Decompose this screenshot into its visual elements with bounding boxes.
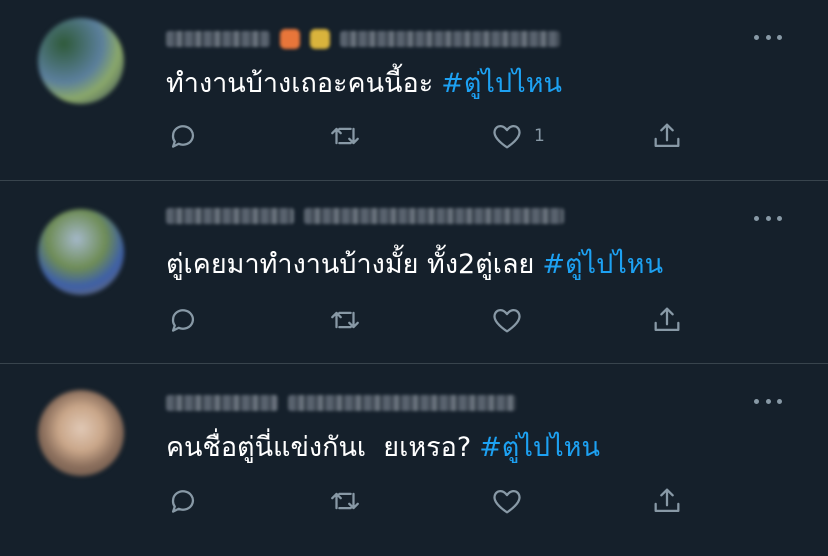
reply-icon: [171, 309, 195, 332]
share-icon: [654, 488, 680, 513]
emoji: [280, 29, 300, 49]
tweet-header: [166, 201, 564, 231]
retweet-button[interactable]: [328, 119, 372, 153]
retweet-icon: [331, 127, 359, 145]
tweet-text: ตู่เคยมาทำงานบ้างมั้ย ทั้ง2ตู่เลย #ตู่ไปไ…: [166, 247, 663, 283]
tweet-actions: 1: [166, 119, 686, 153]
user-name[interactable]: [166, 31, 270, 47]
more-icon[interactable]: [754, 392, 782, 410]
tweet-body: คนชื่อตู่นี่แข่งกันเ ยเหรอ?: [166, 432, 472, 463]
hashtag-link[interactable]: #ตู่ไปไหน: [542, 249, 663, 280]
avatar[interactable]: [38, 18, 124, 104]
share-button[interactable]: [650, 119, 694, 153]
user-handle-and-time[interactable]: [304, 208, 564, 224]
like-button[interactable]: [490, 303, 534, 337]
reply-button[interactable]: [166, 119, 210, 153]
tweet[interactable]: คนชื่อตู่นี่แข่งกันเ ยเหรอ? #ตู่ไปไหน: [0, 364, 828, 556]
tweet-actions: [166, 303, 686, 337]
like-count: 1: [534, 126, 545, 146]
retweet-icon: [331, 492, 359, 510]
user-name[interactable]: [166, 208, 294, 224]
reply-icon: [171, 490, 195, 513]
tweet-header: [166, 388, 516, 418]
hashtag-link[interactable]: #ตู่ไปไหน: [441, 68, 562, 99]
tweet-text: คนชื่อตู่นี่แข่งกันเ ยเหรอ? #ตู่ไปไหน: [166, 430, 600, 466]
like-button[interactable]: 1: [490, 119, 545, 153]
tweet-actions: [166, 484, 686, 518]
share-icon: [654, 307, 680, 332]
reply-icon: [171, 125, 195, 148]
retweet-icon: [331, 311, 359, 329]
tweet[interactable]: ทำงานบ้างเถอะคนนี้อะ #ตู่ไปไหน 1: [0, 0, 828, 181]
share-button[interactable]: [650, 303, 694, 337]
reply-button[interactable]: [166, 303, 210, 337]
emoji: [310, 29, 330, 49]
retweet-button[interactable]: [328, 484, 372, 518]
like-icon: [493, 308, 521, 333]
share-button[interactable]: [650, 484, 694, 518]
share-icon: [654, 123, 680, 148]
user-name[interactable]: [166, 395, 278, 411]
user-handle-and-time[interactable]: [288, 395, 516, 411]
more-icon[interactable]: [754, 28, 782, 46]
reply-button[interactable]: [166, 484, 210, 518]
user-handle-and-time[interactable]: [340, 31, 560, 47]
tweet[interactable]: ตู่เคยมาทำงานบ้างมั้ย ทั้ง2ตู่เลย #ตู่ไปไ…: [0, 181, 828, 364]
avatar[interactable]: [38, 209, 124, 295]
tweet-header: [166, 24, 560, 54]
retweet-button[interactable]: [328, 303, 372, 337]
hashtag-link[interactable]: #ตู่ไปไหน: [479, 432, 600, 463]
more-icon[interactable]: [754, 209, 782, 227]
tweet-body: ทำงานบ้างเถอะคนนี้อะ: [166, 68, 434, 99]
tweet-body: ตู่เคยมาทำงานบ้างมั้ย ทั้ง2ตู่เลย: [166, 249, 535, 280]
avatar[interactable]: [38, 390, 124, 476]
like-icon: [493, 489, 521, 514]
like-button[interactable]: [490, 484, 534, 518]
like-icon: [493, 124, 521, 149]
tweet-text: ทำงานบ้างเถอะคนนี้อะ #ตู่ไปไหน: [166, 66, 562, 102]
